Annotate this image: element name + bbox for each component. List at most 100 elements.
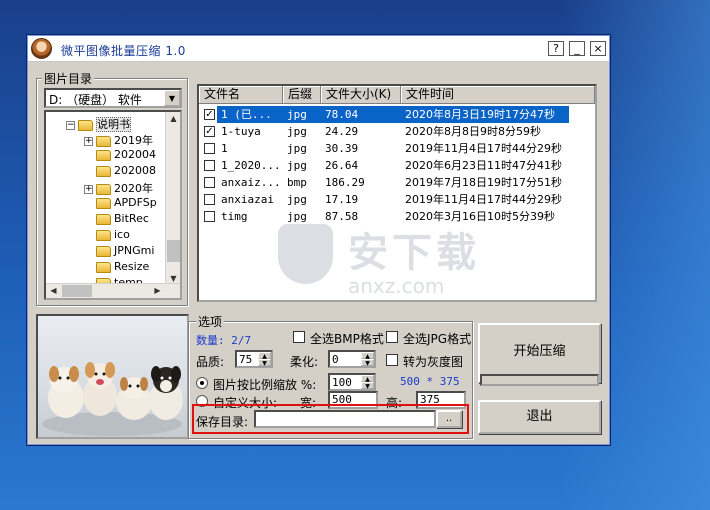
file-ext-cell: jpg — [287, 159, 307, 172]
file-name-cell: 1 — [221, 142, 228, 155]
file-ext-cell: jpg — [287, 193, 307, 206]
file-row[interactable]: anxiazai jpg 17.19 2019年11月4日17时44分29秒 — [199, 191, 595, 208]
scale-percent-stepper[interactable]: 100 ▲ ▼ — [328, 373, 376, 391]
tree-folder[interactable]: +2020年 — [84, 180, 153, 196]
soften-stepper[interactable]: 0 ▲ ▼ — [328, 350, 376, 368]
column-header-ext[interactable]: 后缀 — [283, 86, 321, 104]
select-all-bmp-label: 全选BMP格式 — [310, 332, 384, 346]
file-checkbox[interactable] — [204, 160, 215, 171]
tree-folder-label: APDFSp — [114, 196, 157, 209]
watermark: 安下载 anxz.com — [268, 216, 488, 326]
stepper-up-icon[interactable]: ▲ — [361, 352, 374, 360]
tree-folder[interactable]: JPNGmi — [84, 244, 154, 260]
tree-folder[interactable]: +2019年 — [84, 132, 153, 148]
tree-folder[interactable]: 202008 — [84, 164, 156, 180]
file-ext-cell: bmp — [287, 176, 307, 189]
chevron-down-icon[interactable]: ▼ — [164, 90, 180, 106]
file-row[interactable]: 1_2020... jpg 26.64 2020年6月23日11时47分41秒 — [199, 157, 595, 174]
tree-folder[interactable]: 202004 — [84, 148, 156, 164]
quality-value: 75 — [239, 353, 253, 366]
select-all-jpg-label: 全选JPG格式 — [403, 332, 472, 346]
selection-count: 数量: 2/7 — [196, 334, 252, 347]
progress-bar — [480, 374, 599, 386]
file-row[interactable]: anxaiz... bmp 186.29 2019年7月18日19时17分51秒 — [199, 174, 595, 191]
file-checkbox[interactable] — [204, 211, 215, 222]
tree-folder[interactable]: Resize — [84, 260, 149, 276]
file-size-cell: 30.39 — [325, 142, 359, 155]
grayscale-label: 转为灰度图 — [403, 355, 464, 369]
tree-folder-label: JPNGmi — [114, 244, 155, 257]
tree-folder[interactable]: BitRec — [84, 212, 149, 228]
file-checkbox[interactable] — [204, 143, 215, 154]
collapse-icon[interactable]: − — [66, 120, 75, 130]
stepper-down-icon[interactable]: ▼ — [361, 382, 374, 390]
file-time-cell: 2020年8月8日9时8分59秒 — [405, 125, 541, 138]
file-checkbox[interactable] — [204, 177, 215, 188]
grayscale-checkbox[interactable] — [386, 354, 398, 366]
file-checkbox[interactable]: ✓ — [204, 126, 215, 137]
file-row[interactable]: ✓ 1 (已... jpg 78.04 2020年8月3日19时17分47秒 — [199, 106, 595, 123]
file-name-cell: anxaiz... — [221, 176, 281, 189]
scroll-up-icon[interactable]: ▲ — [166, 112, 180, 126]
watermark-subtext: anxz.com — [348, 274, 445, 298]
file-time-cell: 2019年11月4日17时44分29秒 — [405, 193, 562, 206]
watermark-text: 安下载 — [348, 230, 480, 276]
folder-icon — [96, 245, 111, 257]
tree-folder[interactable]: ico — [84, 228, 130, 244]
close-button[interactable]: × — [590, 41, 606, 56]
file-name-cell: 1-tuya — [221, 125, 261, 138]
tree-folder-label: 202008 — [114, 164, 156, 177]
file-size-cell: 24.29 — [325, 125, 359, 138]
folder-tree[interactable]: − 说明书 +2019年 202004 202008 +2020年 APDFSp BitRec… — [44, 110, 182, 300]
column-header-name[interactable]: 文件名 — [199, 86, 283, 104]
file-list-header: 文件名 后缀 文件大小(K) 文件时间 — [199, 86, 595, 104]
file-ext-cell: jpg — [283, 106, 321, 123]
column-header-size[interactable]: 文件大小(K) — [321, 86, 401, 104]
folder-icon — [96, 183, 111, 195]
file-checkbox[interactable]: ✓ — [204, 109, 215, 120]
file-size-cell: 17.19 — [325, 193, 359, 206]
tree-vertical-scrollbar[interactable]: ▲ ▼ — [165, 112, 180, 286]
file-name-cell: anxiazai — [221, 193, 274, 206]
file-time-cell: 2020年8月3日19时17分47秒 — [401, 106, 569, 123]
scroll-left-icon[interactable]: ◀ — [46, 284, 61, 298]
expand-icon[interactable]: + — [84, 136, 93, 146]
tree-folder-label: 2020年 — [114, 182, 153, 195]
tree-folder[interactable]: APDFSp — [84, 196, 157, 212]
quality-stepper[interactable]: 75 ▲ ▼ — [235, 350, 273, 368]
quality-label: 品质: — [196, 355, 225, 369]
minimize-button[interactable]: _ — [569, 41, 585, 56]
stepper-down-icon[interactable]: ▼ — [361, 359, 374, 367]
tree-scroll-thumb[interactable] — [167, 240, 180, 262]
scroll-right-icon[interactable]: ▶ — [150, 284, 165, 298]
select-all-bmp-checkbox[interactable] — [293, 331, 305, 343]
tree-folder-label: 202004 — [114, 148, 156, 161]
file-time-cell: 2019年7月18日19时17分51秒 — [405, 176, 562, 189]
file-checkbox[interactable] — [204, 194, 215, 205]
expand-icon[interactable]: + — [84, 184, 93, 194]
drive-select[interactable]: D: （硬盘） 软件 ▼ — [44, 88, 182, 108]
column-header-time[interactable]: 文件时间 — [401, 86, 595, 104]
folder-icon — [78, 119, 93, 131]
exit-button[interactable]: 退出 — [478, 400, 601, 434]
tree-folder-label: Resize — [114, 260, 150, 273]
file-row[interactable]: 1 jpg 30.39 2019年11月4日17时44分29秒 — [199, 140, 595, 157]
tree-folder-label: 说明书 — [96, 117, 131, 132]
help-button[interactable]: ? — [548, 41, 564, 56]
stepper-up-icon[interactable]: ▲ — [361, 375, 374, 383]
file-name-cell: 1_2020... — [221, 159, 281, 172]
tree-folder[interactable]: − 说明书 — [66, 116, 131, 132]
stepper-down-icon[interactable]: ▼ — [258, 359, 271, 367]
select-all-jpg-checkbox[interactable] — [386, 331, 398, 343]
app-window: 微平图像批量压缩 1.0 ? _ × 图片目录 D: （硬盘） 软件 ▼ − 说明… — [27, 35, 610, 445]
scale-percent-radio[interactable] — [196, 377, 208, 389]
folder-icon — [96, 197, 111, 209]
tree-hscroll-thumb[interactable] — [62, 285, 92, 297]
stepper-up-icon[interactable]: ▲ — [258, 352, 271, 360]
window-title: 微平图像批量压缩 1.0 — [61, 44, 186, 58]
tree-horizontal-scrollbar[interactable]: ◀ ▶ — [46, 283, 180, 298]
scale-percent-value: 100 — [332, 376, 352, 389]
folder-icon — [96, 213, 111, 225]
file-row[interactable]: ✓ 1-tuya jpg 24.29 2020年8月8日9时8分59秒 — [199, 123, 595, 140]
soften-label: 柔化: — [290, 355, 319, 369]
